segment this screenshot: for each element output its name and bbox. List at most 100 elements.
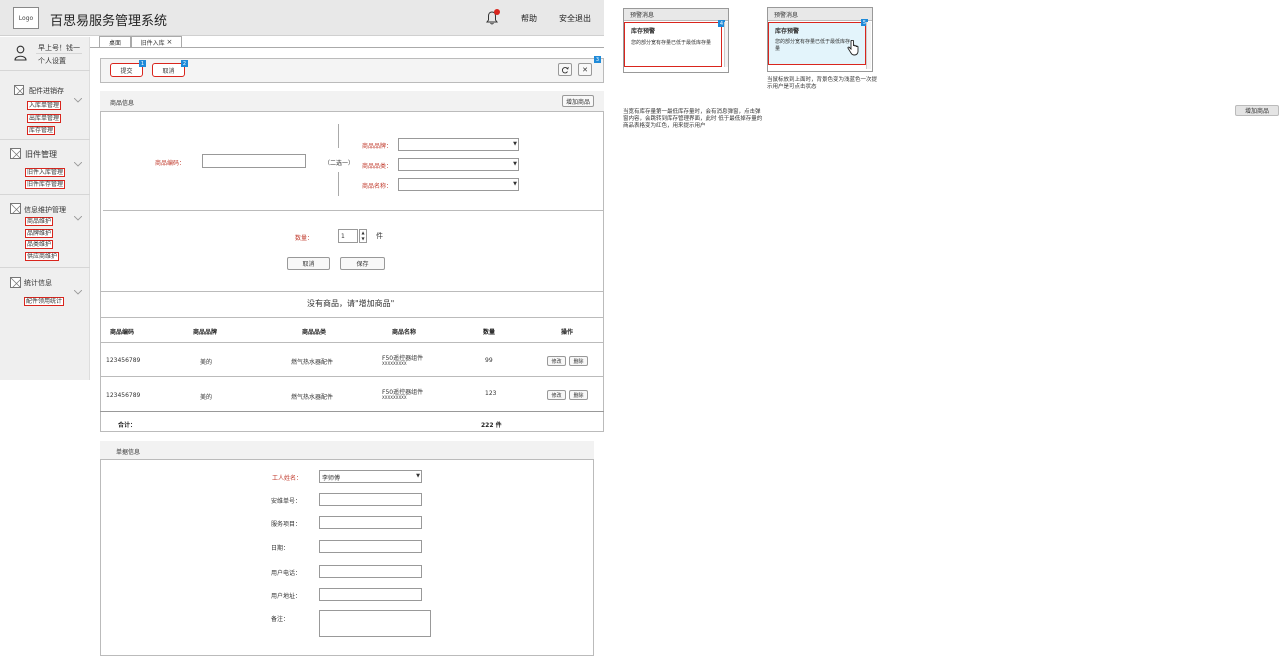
sidebar-item-stock[interactable]: 库存管理 — [27, 126, 56, 135]
service-input[interactable] — [319, 516, 422, 529]
brand-select[interactable]: ▼ — [398, 138, 519, 151]
sidebar-item-parts-usage[interactable]: 配件领用统计 — [24, 297, 65, 306]
order-number-input[interactable] — [319, 493, 422, 506]
scrollbar[interactable] — [724, 22, 728, 67]
chevron-down-icon[interactable] — [73, 280, 83, 295]
help-link[interactable]: 帮助 — [521, 13, 537, 24]
chevron-down-icon[interactable] — [73, 206, 83, 221]
either-label: （二选一） — [324, 160, 355, 167]
alert-body: 您的部分宽有存量已低于最低库存量 — [775, 39, 851, 52]
sidebar-item-old-stock[interactable]: 旧件库存管理 — [25, 180, 66, 189]
phone-input[interactable] — [319, 565, 422, 578]
add-product-button[interactable]: 增加商品 — [562, 95, 594, 107]
app-title: 百思易服务管理系统 — [50, 14, 168, 29]
annotation-marker: 2 — [181, 60, 188, 67]
chevron-down-icon: ▼ — [513, 181, 517, 187]
quantity-unit: 件 — [376, 232, 383, 240]
sidebar-item-outbound[interactable]: 出库单管理 — [27, 114, 62, 123]
alert-card-header: 预警消息 — [624, 9, 728, 21]
notification-badge — [494, 9, 500, 15]
chevron-down-icon[interactable] — [73, 88, 83, 103]
alert-body: 您的部分宽有存量已低于最低库存量 — [631, 40, 712, 46]
annotation-marker: 3 — [594, 56, 601, 63]
save-button[interactable]: 保存 — [340, 257, 385, 270]
sidebar-divider — [0, 70, 90, 71]
address-input[interactable] — [319, 588, 422, 601]
image-placeholder-icon — [10, 277, 21, 288]
table-row — [100, 343, 604, 376]
close-icon[interactable]: ✕ — [578, 63, 592, 76]
empty-message: 没有商品，请"增加商品" — [307, 299, 395, 308]
refresh-icon[interactable] — [558, 63, 572, 76]
logo: Logo — [13, 7, 39, 29]
order-info-header — [100, 441, 594, 460]
image-placeholder-icon — [10, 148, 21, 159]
chevron-down-icon[interactable] — [73, 152, 83, 167]
sidebar-item-old-inbound[interactable]: 旧件入库管理 — [25, 168, 66, 177]
personal-settings-link[interactable]: 个人设置 — [38, 56, 66, 66]
close-icon[interactable]: × — [167, 38, 173, 46]
note-textarea[interactable] — [319, 610, 431, 637]
sidebar-item-category[interactable]: 品类维护 — [25, 240, 54, 249]
date-label: 日期： — [271, 545, 290, 552]
table-row — [100, 377, 604, 410]
category-select[interactable]: ▼ — [398, 158, 519, 171]
cell-code: 123456789 — [106, 392, 141, 399]
user-icon — [14, 45, 27, 61]
sidebar-item-inbound[interactable]: 入库单管理 — [27, 101, 62, 110]
chevron-down-icon: ▼ — [513, 141, 517, 147]
tab-desktop[interactable]: 桌面 — [99, 36, 131, 47]
name-select[interactable]: ▼ — [398, 178, 519, 191]
cell-qty: 99 — [485, 357, 493, 364]
product-code-input[interactable] — [202, 154, 306, 168]
sidebar-item-supplier[interactable]: 供应商维护 — [25, 252, 60, 261]
divider — [100, 291, 604, 292]
edit-button[interactable]: 修改 — [547, 390, 566, 400]
brand-label: 商品品牌： — [362, 143, 393, 150]
sidebar-divider — [0, 267, 90, 268]
worker-select[interactable]: 李师傅 ▼ — [319, 470, 422, 483]
chevron-down-icon: ▼ — [416, 473, 420, 479]
alert-card-header-text: 预警消息 — [630, 12, 655, 19]
cell-name-sub: XXXXXXXXX — [382, 395, 407, 400]
edit-button[interactable]: 修改 — [547, 356, 566, 366]
alert-card-header-text: 预警消息 — [774, 11, 799, 19]
worker-value: 李师傅 — [322, 475, 341, 482]
total-value: 222 件 — [481, 422, 502, 429]
add-product-button[interactable]: 增加商品 — [1235, 105, 1279, 116]
quantity-input[interactable]: 1 — [338, 229, 358, 243]
name-label: 商品名称： — [362, 183, 393, 190]
sidebar-group-parts-inventory[interactable]: 配件进销存 — [29, 86, 64, 96]
cell-category: 燃气热水器配件 — [291, 359, 334, 366]
alert-card-header: 预警消息 — [768, 8, 872, 21]
column-header: 商品品类 — [302, 329, 327, 336]
description-note: 当宽有库存量第一最低库存量时，会有消息弹窗，点击弹窗内容，会跳转到库存管理界面，… — [623, 109, 763, 129]
divider — [100, 411, 604, 412]
cell-brand: 美的 — [200, 359, 213, 366]
scrollbar[interactable] — [866, 22, 871, 69]
cancel-button[interactable]: 取消 — [287, 257, 330, 270]
delete-button[interactable]: 删除 — [569, 356, 588, 366]
alert-title: 库存预警 — [775, 28, 800, 35]
sidebar-group-statistics[interactable]: 统计信息 — [24, 278, 52, 288]
divider — [338, 124, 339, 148]
tab-old-inbound[interactable]: 旧件入库 × — [131, 36, 182, 47]
order-number-label: 安维单号： — [271, 498, 302, 505]
delete-button[interactable]: 删除 — [569, 390, 588, 400]
sidebar-group-old-parts[interactable]: 旧件管理 — [25, 149, 57, 160]
cell-qty: 123 — [485, 390, 497, 397]
sidebar-item-product[interactable]: 商品维护 — [25, 217, 54, 226]
total-label: 合计： — [118, 422, 137, 429]
service-label: 服务项目： — [271, 521, 302, 528]
divider — [103, 210, 603, 211]
logout-link[interactable]: 安全退出 — [559, 13, 591, 24]
note-label: 备注： — [271, 616, 290, 623]
quantity-stepper[interactable]: ▲ ▼ — [359, 229, 367, 243]
sidebar-group-info-maintenance[interactable]: 信息维护管理 — [24, 205, 66, 215]
image-placeholder-icon — [14, 85, 24, 95]
sidebar-item-brand[interactable]: 品牌维护 — [25, 229, 54, 238]
column-header: 数量 — [483, 329, 496, 336]
cell-name-sub: XXXXXXXXX — [382, 361, 407, 366]
date-input[interactable] — [319, 540, 422, 553]
hand-cursor-icon — [847, 39, 859, 56]
